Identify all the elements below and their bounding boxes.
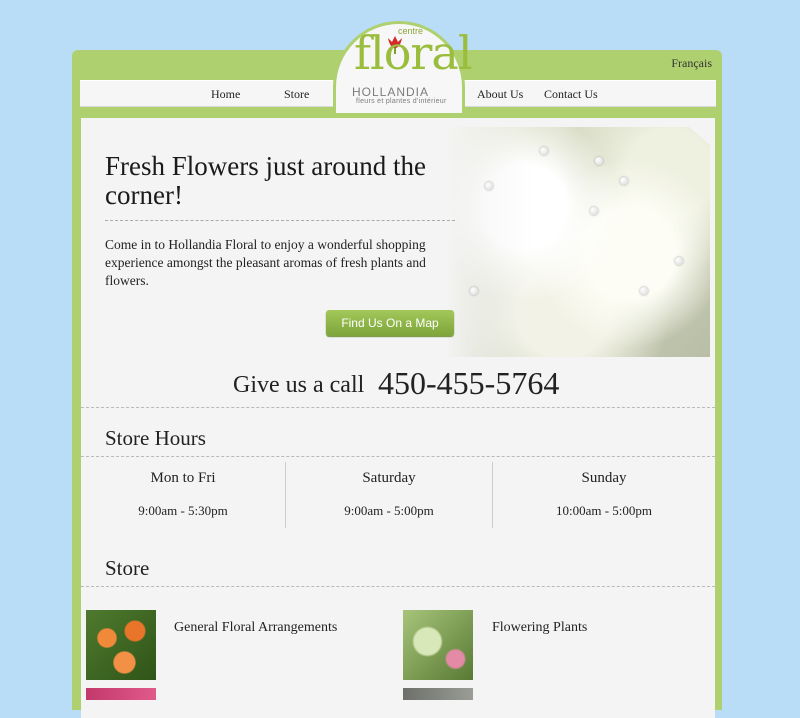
hours-column: Mon to Fri 9:00am - 5:30pm	[81, 462, 285, 528]
hours-day: Mon to Fri	[150, 470, 216, 486]
store-title: Store	[105, 556, 150, 580]
pearl-decoration	[595, 157, 603, 165]
logo-brand: floral	[354, 26, 473, 80]
store-image[interactable]	[86, 688, 156, 700]
hours-column: Saturday 9:00am - 5:00pm	[286, 462, 492, 528]
hero-title: Fresh Flowers just around the corner!	[105, 151, 426, 210]
divider	[81, 407, 715, 408]
hero-image	[445, 127, 710, 357]
store-image[interactable]	[403, 688, 473, 700]
phone-number[interactable]: 450-455-5764	[378, 365, 559, 402]
hours-title: Store Hours	[105, 426, 206, 450]
hours-day: Saturday	[362, 470, 416, 486]
hero-divider	[105, 220, 455, 221]
nav-item-store[interactable]: Store	[284, 87, 309, 102]
pearl-decoration	[640, 287, 648, 295]
nav-item-home[interactable]: Home	[211, 87, 240, 102]
pearl-decoration	[470, 287, 478, 295]
nav-item-about[interactable]: About Us	[477, 87, 523, 102]
hours-day: Sunday	[581, 470, 627, 486]
hours-time: 10:00am - 5:00pm	[555, 503, 653, 518]
store-item-plants[interactable]: Flowering Plants	[492, 620, 587, 636]
pearl-decoration	[590, 207, 598, 215]
store-item-arrangements[interactable]: General Floral Arrangements	[174, 620, 337, 636]
floral-arrangements-image[interactable]	[86, 610, 156, 680]
hero-description: Come in to Hollandia Floral to enjoy a w…	[105, 237, 426, 288]
flowering-plants-image[interactable]	[403, 610, 473, 680]
nav-item-contact[interactable]: Contact Us	[544, 87, 598, 102]
language-link[interactable]: Français	[671, 56, 712, 71]
logo-tagline: fleurs et plantes d'intérieur	[356, 98, 447, 105]
pearl-decoration	[485, 182, 493, 190]
hours-time: 9:00am - 5:00pm	[344, 503, 434, 518]
logo-name: HOLLANDIA	[352, 85, 430, 99]
pearl-decoration	[540, 147, 548, 155]
pearl-decoration	[675, 257, 683, 265]
call-label: Give us a call	[233, 372, 365, 398]
pearl-decoration	[620, 177, 628, 185]
find-map-button[interactable]: Find Us On a Map	[326, 310, 454, 336]
hours-time: 9:00am - 5:30pm	[138, 503, 228, 518]
divider	[81, 456, 715, 457]
hours-column: Sunday 10:00am - 5:00pm	[493, 462, 715, 528]
divider	[81, 586, 715, 587]
